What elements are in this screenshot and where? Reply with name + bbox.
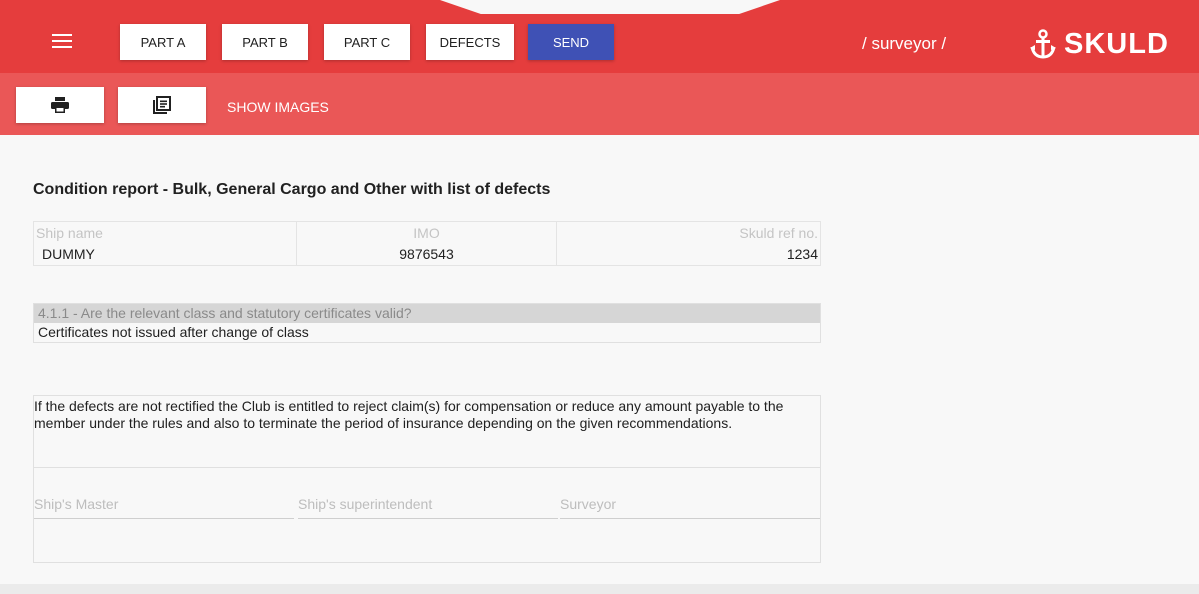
library-button[interactable] xyxy=(118,87,206,123)
defect-item: 4.1.1 - Are the relevant class and statu… xyxy=(33,303,821,343)
library-books-icon xyxy=(153,96,171,114)
skuld-ref-header: Skuld ref no. xyxy=(556,221,821,244)
show-images-button[interactable]: SHOW IMAGES xyxy=(227,99,329,115)
skuld-logo: SKULD xyxy=(1030,26,1169,62)
ship-name-value: DUMMY xyxy=(33,243,297,266)
signature-row: Ship's Master Ship's superintendent Surv… xyxy=(34,468,820,563)
ship-master-signature: Ship's Master xyxy=(34,496,294,519)
disclaimer-box: If the defects are not rectified the Clu… xyxy=(33,395,821,563)
print-icon xyxy=(51,97,69,113)
disclaimer-text: If the defects are not rectified the Clu… xyxy=(34,396,820,468)
tab-part-c[interactable]: PART C xyxy=(324,24,410,60)
skuld-ref-value: 1234 xyxy=(556,243,821,266)
report-title: Condition report - Bulk, General Cargo a… xyxy=(33,181,551,198)
defect-answer: Certificates not issued after change of … xyxy=(38,324,309,340)
defect-question: 4.1.1 - Are the relevant class and statu… xyxy=(34,304,820,323)
anchor-icon xyxy=(1030,29,1056,59)
tab-defects[interactable]: DEFECTS xyxy=(426,24,514,60)
surveyor-signature: Surveyor xyxy=(560,496,820,519)
imo-value: 9876543 xyxy=(295,243,558,266)
header-notch xyxy=(440,0,780,14)
tab-part-b[interactable]: PART B xyxy=(222,24,308,60)
ship-name-header: Ship name xyxy=(33,221,297,244)
send-button[interactable]: SEND xyxy=(528,24,614,60)
ship-superintendent-signature: Ship's superintendent xyxy=(298,496,558,519)
user-path-label: / surveyor / xyxy=(862,34,947,53)
toolbar: SHOW IMAGES xyxy=(0,73,1199,135)
imo-header: IMO xyxy=(295,221,558,244)
page-footer-band xyxy=(0,584,1199,594)
hamburger-menu-icon[interactable] xyxy=(52,34,72,48)
print-button[interactable] xyxy=(16,87,104,123)
ship-info-table: Ship name IMO Skuld ref no. DUMMY 987654… xyxy=(33,221,821,266)
logo-text: SKULD xyxy=(1064,27,1169,60)
tab-part-a[interactable]: PART A xyxy=(120,24,206,60)
